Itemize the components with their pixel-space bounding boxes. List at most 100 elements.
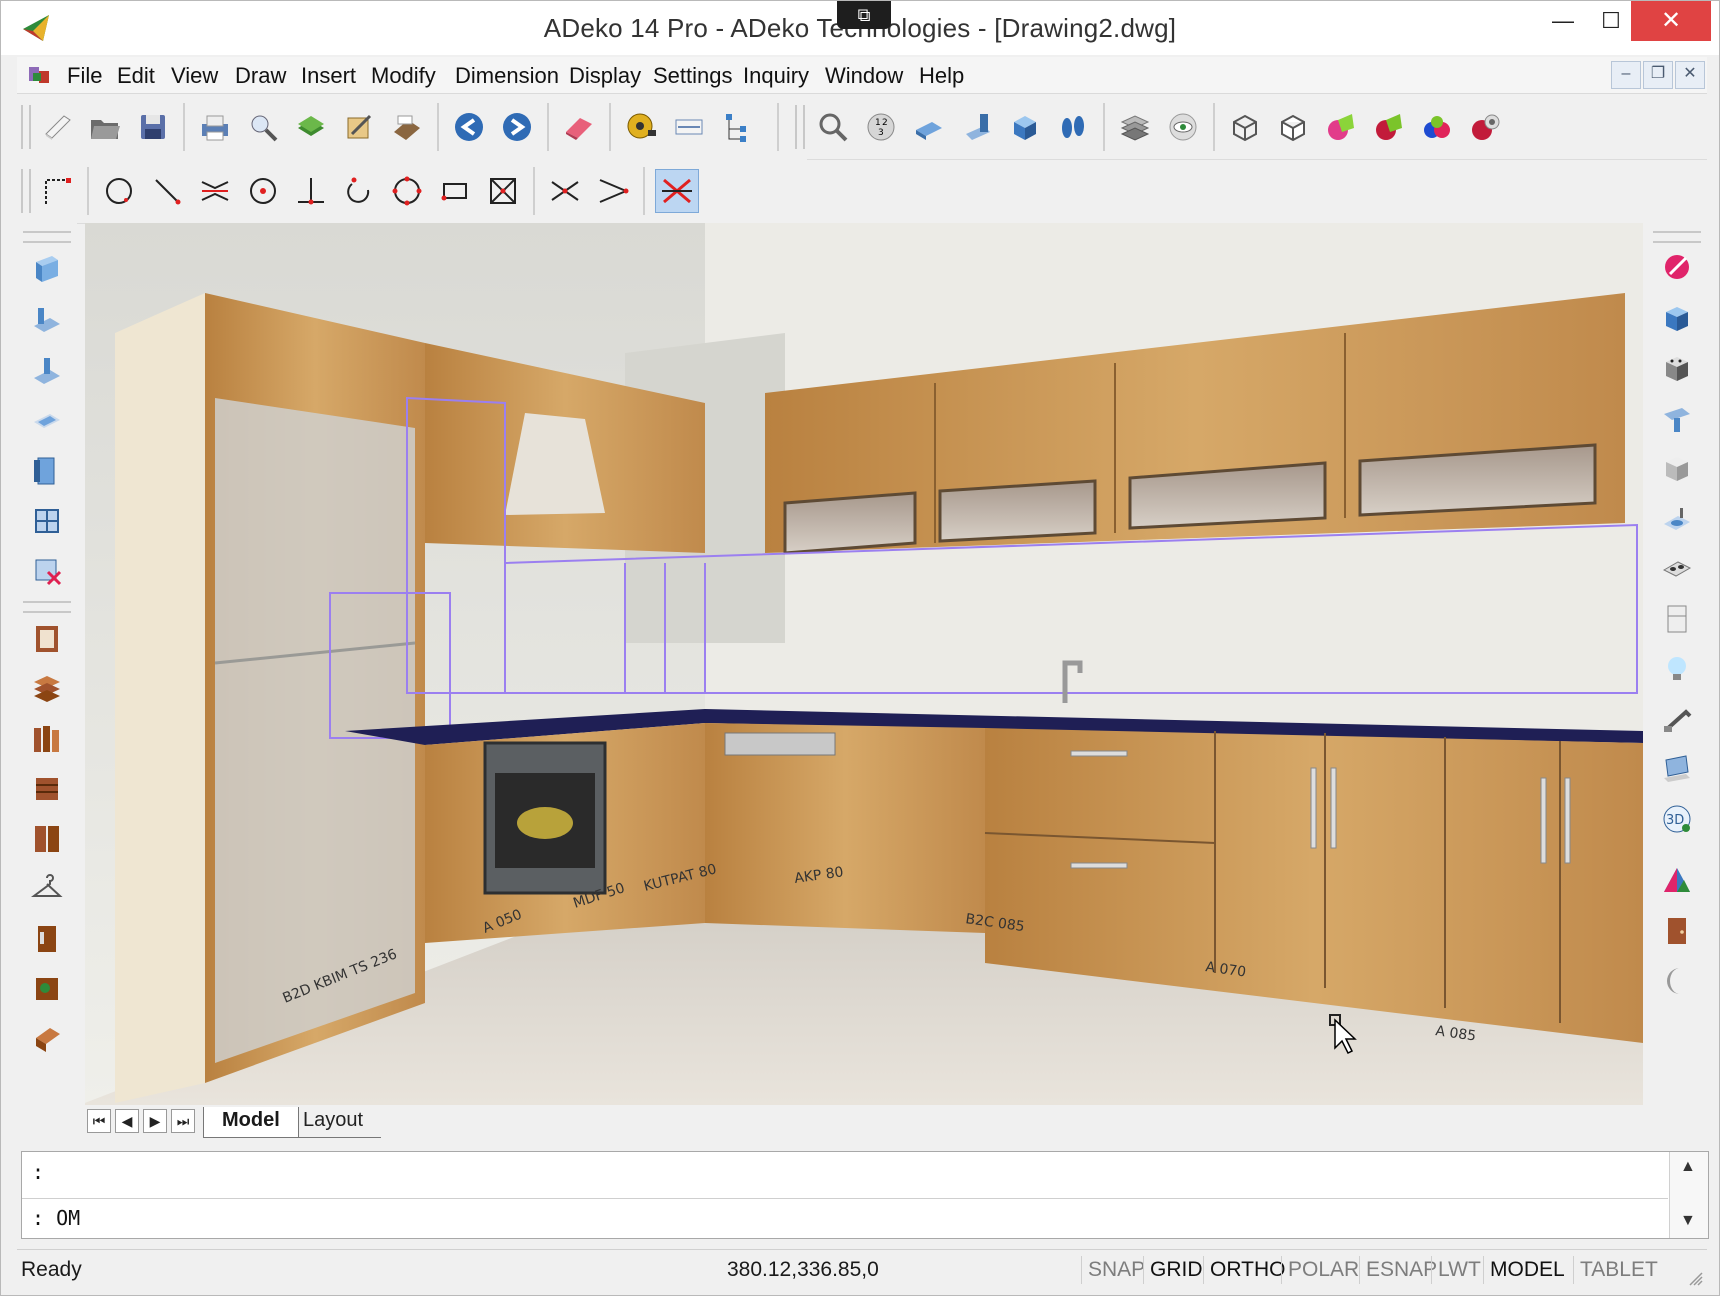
view-top-icon[interactable] [907, 105, 951, 149]
ceiling-icon[interactable] [25, 349, 69, 393]
scroll-up-icon[interactable]: ▲ [1680, 1158, 1696, 1176]
paint-icon[interactable] [1655, 245, 1699, 289]
toolbar-grip[interactable] [21, 105, 31, 149]
menu-dimension[interactable]: Dimension [451, 61, 563, 91]
arc-icon[interactable] [337, 169, 381, 213]
hood-icon[interactable] [1655, 397, 1699, 441]
command-scrollbar[interactable]: ▲ ▼ [1669, 1152, 1708, 1238]
door-icon[interactable] [25, 449, 69, 493]
new-file-icon[interactable] [35, 105, 79, 149]
polygon-icon[interactable] [385, 169, 429, 213]
toolbar-grip[interactable] [21, 169, 31, 213]
cabinet-frame-icon[interactable] [25, 617, 69, 661]
dimension-icon[interactable] [667, 105, 711, 149]
next-tab-button[interactable]: ▶ [143, 1109, 167, 1133]
tablet-toggle[interactable]: TABLET [1573, 1256, 1664, 1284]
cross-box-icon[interactable] [481, 169, 525, 213]
mirror-icon[interactable] [193, 169, 237, 213]
panel-row-icon[interactable] [25, 717, 69, 761]
zoom-numbered-icon[interactable]: 123 [859, 105, 903, 149]
monitor-icon[interactable] [1655, 747, 1699, 791]
drawer-icon[interactable] [25, 767, 69, 811]
shelf-stack-icon[interactable] [25, 667, 69, 711]
eye-icon[interactable] [1161, 105, 1205, 149]
prev-tab-button[interactable]: ◀ [115, 1109, 139, 1133]
line-icon[interactable] [145, 169, 189, 213]
render-icon[interactable] [1463, 105, 1507, 149]
polyline-icon[interactable] [35, 169, 79, 213]
toolbar-grip[interactable] [795, 105, 805, 149]
view-3d-icon[interactable]: 3D [1655, 797, 1699, 841]
shade-red-icon[interactable] [1367, 105, 1411, 149]
model-viewport[interactable]: B2D KBIM TS 236 A 050 MDF 50 KUTPAT 80 A… [85, 223, 1643, 1105]
menu-draw[interactable]: Draw [231, 61, 290, 91]
trim-icon[interactable] [543, 169, 587, 213]
layer-stack-icon[interactable] [289, 105, 333, 149]
extend-icon[interactable] [591, 169, 635, 213]
close-button[interactable]: ✕ [1631, 1, 1711, 41]
sink-icon[interactable] [1655, 497, 1699, 541]
shade-color-icon[interactable] [1415, 105, 1459, 149]
shade-green-icon[interactable] [1319, 105, 1363, 149]
object-properties-icon[interactable] [337, 105, 381, 149]
last-tab-button[interactable]: ⏭ [171, 1109, 195, 1133]
title-bar[interactable]: ADeko 14 Pro - ADeko Technologies - [Dra… [1, 1, 1719, 55]
menu-view[interactable]: View [167, 61, 222, 91]
cooktop-icon[interactable] [1655, 547, 1699, 591]
scroll-down-icon[interactable]: ▼ [1680, 1212, 1696, 1230]
eraser-icon[interactable] [557, 105, 601, 149]
command-window[interactable]: : : OM ▲ ▼ [21, 1151, 1709, 1239]
polar-toggle[interactable]: POLAR [1281, 1256, 1365, 1284]
moon-icon[interactable] [1655, 959, 1699, 1003]
menu-edit[interactable]: Edit [113, 61, 159, 91]
appliance-icon[interactable] [1655, 347, 1699, 391]
save-disk-icon[interactable] [131, 105, 175, 149]
grid-window-icon[interactable] [25, 499, 69, 543]
tab-layout[interactable]: Layout [285, 1107, 382, 1138]
print-preview-icon[interactable] [241, 105, 285, 149]
floor-icon[interactable] [25, 299, 69, 343]
measure-tape-icon[interactable] [619, 105, 663, 149]
view-side-icon[interactable] [955, 105, 999, 149]
faucet-icon[interactable] [1655, 697, 1699, 741]
view-box-icon[interactable] [1003, 105, 1047, 149]
perpendicular-icon[interactable] [289, 169, 333, 213]
light-bulb-icon[interactable] [1655, 647, 1699, 691]
zoom-icon[interactable] [811, 105, 855, 149]
grid-toggle[interactable]: GRID [1143, 1256, 1209, 1284]
mdi-minimize-button[interactable]: – [1611, 61, 1641, 89]
osnap-intersection-icon[interactable] [655, 169, 699, 213]
handle-icon[interactable] [25, 917, 69, 961]
footprint-icon[interactable] [1051, 105, 1095, 149]
door-brown-icon[interactable] [1655, 909, 1699, 953]
tree-icon[interactable] [715, 105, 759, 149]
hidden-cube-icon[interactable] [1271, 105, 1315, 149]
center-circle-icon[interactable] [241, 169, 285, 213]
menu-inquiry[interactable]: Inquiry [739, 61, 813, 91]
menu-modify[interactable]: Modify [367, 61, 440, 91]
rectangle-icon[interactable] [433, 169, 477, 213]
mdi-restore-button[interactable]: ❐ [1643, 61, 1673, 89]
lwt-toggle[interactable]: LWT [1431, 1256, 1487, 1284]
layers-icon[interactable] [1113, 105, 1157, 149]
snap-toggle[interactable]: SNAP [1081, 1256, 1151, 1284]
circle-icon[interactable] [97, 169, 141, 213]
fridge-icon[interactable] [1655, 597, 1699, 641]
undo-icon[interactable] [447, 105, 491, 149]
plot-icon[interactable] [385, 105, 429, 149]
menu-settings[interactable]: Settings [649, 61, 737, 91]
toolbar-grip[interactable] [23, 601, 71, 613]
box-corner-icon[interactable] [1655, 447, 1699, 491]
capture-toggle-icon[interactable]: ⧉ [837, 1, 891, 29]
delete-wall-icon[interactable] [25, 549, 69, 593]
door-pair-icon[interactable] [25, 817, 69, 861]
print-icon[interactable] [193, 105, 237, 149]
hanger-icon[interactable] [25, 867, 69, 911]
toolbar-grip[interactable] [1653, 231, 1701, 243]
wireframe-cube-icon[interactable] [1223, 105, 1267, 149]
worktop-icon[interactable] [25, 967, 69, 1011]
mdi-close-button[interactable]: ✕ [1675, 61, 1705, 89]
menu-window[interactable]: Window [821, 61, 907, 91]
document-logo-icon[interactable] [27, 63, 53, 87]
command-input-line[interactable]: : OM [32, 1206, 80, 1230]
